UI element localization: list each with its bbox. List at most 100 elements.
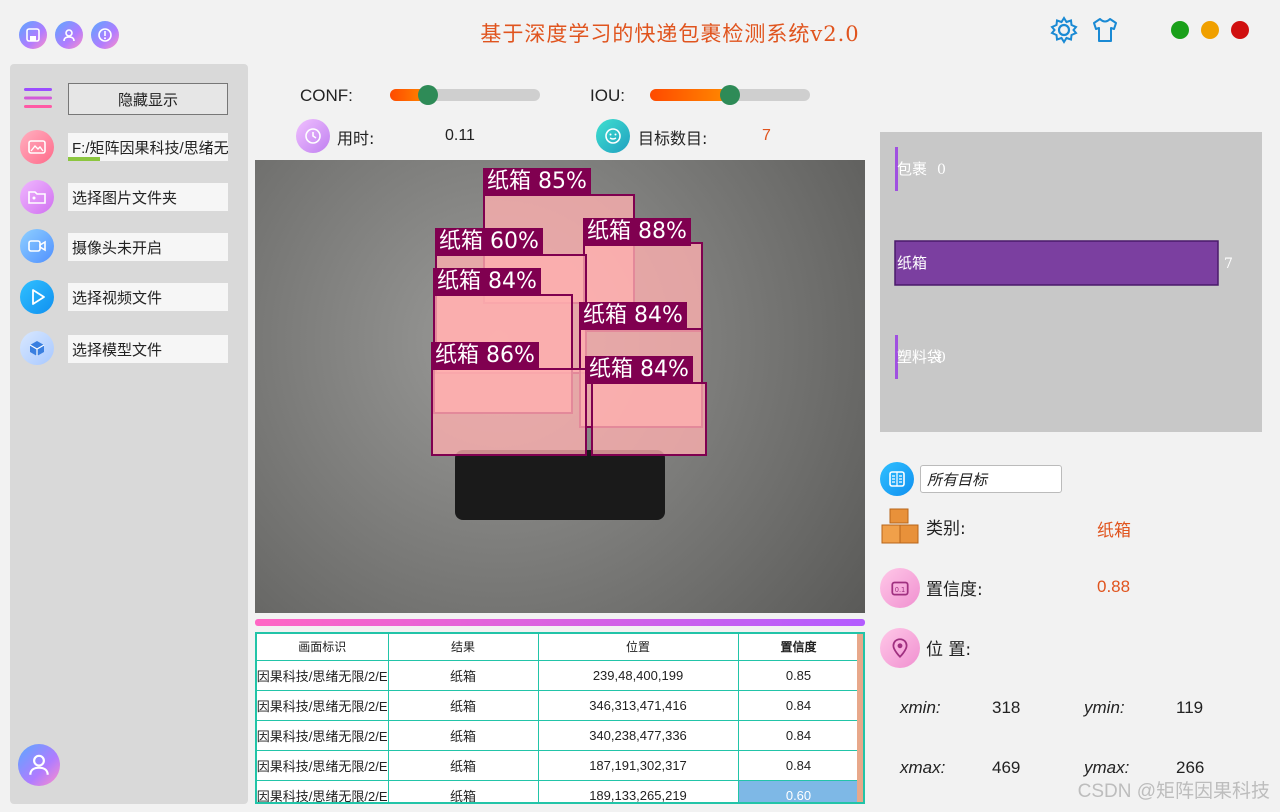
cell-result: 纸箱 — [388, 780, 539, 802]
user-icon — [63, 29, 75, 42]
cell-confidence: 0.60 — [738, 780, 860, 802]
open-model-button[interactable] — [20, 331, 54, 365]
table-scrollbar[interactable] — [857, 634, 863, 802]
location-icon — [880, 628, 920, 668]
table-header-row: 画面标识 结果 位置 置信度 — [257, 634, 860, 661]
table-row[interactable]: F:/矩阵因果科技/思绪无限/2/E... 纸箱 346,313,471,416… — [257, 690, 860, 721]
confidence-label: 置信度: — [926, 580, 983, 600]
toggle-display-button[interactable]: 隐藏显示 — [68, 83, 228, 115]
cube-icon — [29, 341, 45, 356]
camera-field[interactable]: 摄像头未开启 — [68, 233, 228, 261]
detection-label: 纸箱 86% — [431, 342, 539, 370]
confidence-value: 0.88 — [1097, 577, 1131, 596]
cell-position: 340,238,477,336 — [538, 720, 739, 751]
smile-icon — [596, 119, 630, 153]
folder-field[interactable]: 选择图片文件夹 — [68, 183, 228, 211]
detection-label: 纸箱 84% — [579, 302, 687, 330]
iou-slider[interactable] — [650, 85, 810, 105]
clock-icon — [296, 119, 330, 153]
hamburger-icon — [24, 88, 52, 108]
app-title: 基于深度学习的快递包裹检测系统v2.0 — [480, 22, 860, 46]
gear-icon — [1050, 16, 1078, 44]
column-header[interactable]: 结果 — [388, 634, 539, 661]
results-table[interactable]: 画面标识 结果 位置 置信度 F:/矩阵因果科技/思绪无限/2/E... 纸箱 … — [255, 632, 865, 804]
table-row[interactable]: F:/矩阵因果科技/思绪无限/2/E... 纸箱 187,191,302,317… — [257, 750, 860, 781]
shirt-icon — [1093, 18, 1117, 42]
cell-position: 187,191,302,317 — [538, 750, 739, 781]
detection-label: 纸箱 84% — [585, 356, 693, 384]
divider-bar — [255, 619, 865, 626]
table-row[interactable]: F:/矩阵因果科技/思绪无限/2/E... 纸箱 239,48,400,199 … — [257, 660, 860, 691]
chart-category-label: 纸箱 — [897, 254, 927, 272]
info-button[interactable] — [91, 21, 119, 49]
boxes-icon — [880, 507, 920, 547]
menu-button[interactable] — [24, 86, 52, 110]
model-field[interactable]: 选择模型文件 — [68, 335, 228, 363]
detection-label: 纸箱 88% — [583, 218, 691, 246]
iou-slider-fill — [650, 89, 730, 101]
chart-value-label: 0 — [937, 350, 946, 366]
column-header[interactable]: 置信度 — [738, 634, 860, 661]
watermark: CSDN @矩阵因果科技 — [1077, 781, 1270, 802]
svg-text:0.1: 0.1 — [895, 586, 906, 594]
iou-label: IOU: — [590, 86, 625, 105]
detection-label: 纸箱 84% — [433, 268, 541, 296]
play-icon — [32, 289, 45, 305]
conf-slider[interactable] — [390, 85, 540, 105]
class-value: 纸箱 — [1097, 521, 1131, 540]
chart-category-label: 包裹 — [897, 160, 927, 178]
column-header[interactable]: 位置 — [538, 634, 739, 661]
open-image-button[interactable] — [20, 130, 54, 164]
image-icon — [28, 140, 46, 154]
table-row[interactable]: F:/矩阵因果科技/思绪无限/2/E... 纸箱 189,133,265,219… — [257, 780, 860, 802]
iou-slider-handle[interactable] — [720, 85, 740, 105]
camera-icon — [28, 240, 46, 252]
sidebar — [10, 64, 248, 804]
image-progress — [68, 157, 100, 161]
ymin-value: 119 — [1176, 698, 1204, 717]
video-field[interactable]: 选择视频文件 — [68, 283, 228, 311]
detection-label: 纸箱 60% — [435, 228, 543, 256]
count-value: 7 — [762, 127, 771, 144]
close-button[interactable] — [1231, 21, 1249, 39]
conf-slider-handle[interactable] — [417, 85, 438, 105]
cell-confidence: 0.85 — [738, 660, 860, 691]
cell-source: F:/矩阵因果科技/思绪无限/2/E... — [257, 720, 389, 751]
ymax-label: ymax: — [1084, 758, 1130, 777]
time-label: 用时: — [337, 129, 375, 148]
conf-label: CONF: — [300, 86, 353, 105]
folder-image-icon — [28, 191, 46, 204]
minimize-button[interactable] — [1171, 21, 1189, 39]
column-header[interactable]: 画面标识 — [257, 634, 389, 661]
cell-position: 239,48,400,199 — [538, 660, 739, 691]
xmin-label: xmin: — [900, 698, 941, 717]
cell-source: F:/矩阵因果科技/思绪无限/2/E... — [257, 750, 389, 781]
open-video-button[interactable] — [20, 280, 54, 314]
settings-button[interactable] — [1049, 15, 1079, 45]
class-count-chart: 包裹 0 纸箱 7 塑料袋 0 — [880, 132, 1262, 432]
detection-image-view[interactable]: 纸箱 85% 纸箱 88% 纸箱 60% 纸箱 84% 纸箱 84% 纸箱 86… — [255, 160, 865, 613]
table-row[interactable]: F:/矩阵因果科技/思绪无限/2/E... 纸箱 340,238,477,336… — [257, 720, 860, 751]
detection-label: 纸箱 85% — [483, 168, 591, 196]
detection-box — [591, 382, 707, 456]
robot-base — [455, 450, 665, 520]
avatar[interactable] — [18, 744, 60, 786]
info-icon — [98, 28, 112, 42]
class-label: 类别: — [926, 519, 966, 539]
theme-button[interactable] — [1090, 15, 1120, 45]
open-folder-button[interactable] — [20, 180, 54, 214]
cell-source: F:/矩阵因果科技/思绪无限/2/E... — [257, 780, 389, 802]
maximize-button[interactable] — [1201, 21, 1219, 39]
detection-box — [431, 368, 587, 456]
list-icon — [880, 462, 914, 496]
cell-result: 纸箱 — [388, 660, 539, 691]
cell-confidence: 0.84 — [738, 750, 860, 781]
target-filter-select[interactable]: 所有目标 — [920, 465, 1062, 493]
save-button[interactable] — [19, 21, 47, 49]
xmax-label: xmax: — [900, 758, 946, 777]
user-button[interactable] — [55, 21, 83, 49]
camera-button[interactable] — [20, 229, 54, 263]
cell-source: F:/矩阵因果科技/思绪无限/2/E... — [257, 660, 389, 691]
cell-result: 纸箱 — [388, 750, 539, 781]
cell-confidence: 0.84 — [738, 690, 860, 721]
